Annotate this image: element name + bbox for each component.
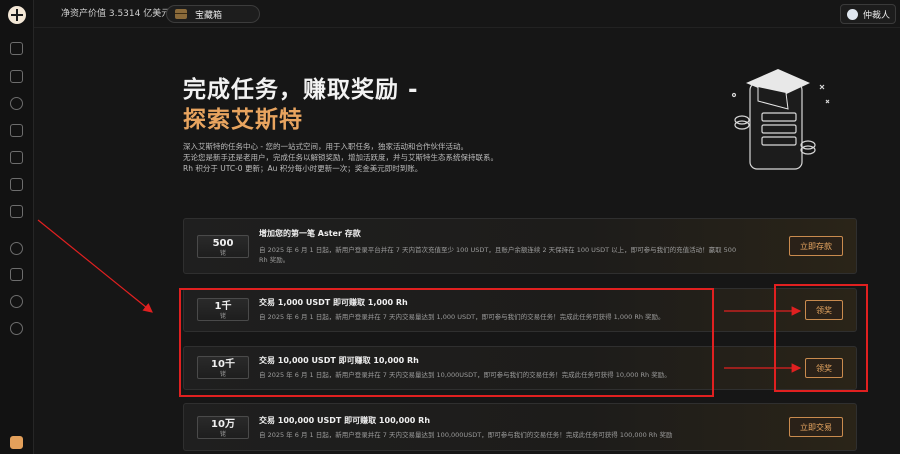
rocket-icon[interactable]	[10, 436, 23, 449]
coin-icon[interactable]	[10, 97, 23, 110]
top-bar: 净资产价值 3.5314 亿美元 宝藏箱 仲裁人	[34, 0, 900, 28]
task-card-deposit: 500 铑 增加您的第一笔 Aster 存款 自 2025 年 6 月 1 日起…	[183, 218, 857, 274]
task-card-trade-100k: 10万 铑 交易 100,000 USDT 即可赚取 100,000 Rh 自 …	[183, 403, 857, 451]
reward-badge: 10万 铑	[197, 416, 249, 439]
chat-icon[interactable]	[10, 242, 23, 255]
task-description: 自 2025 年 6 月 1 日起，新用户登录并在 7 天内交易量达到 100,…	[259, 431, 673, 439]
sidebar	[0, 0, 34, 454]
building-icon[interactable]	[10, 124, 23, 137]
page-subtitle: 探索艾斯特	[183, 107, 303, 133]
sparkle-icon[interactable]	[10, 295, 23, 308]
chest-label: 宝藏箱	[195, 10, 223, 21]
document-icon[interactable]	[10, 42, 23, 55]
trade-now-button[interactable]: 立即交易	[789, 417, 843, 437]
badge-unit: 铑	[219, 431, 226, 438]
avatar	[847, 8, 858, 20]
gift-icon[interactable]	[10, 205, 23, 218]
task-description-line-2: Rh 奖励。	[259, 256, 290, 264]
user-name: 仲裁人	[863, 10, 891, 21]
page-title: 完成任务，赚取奖励 -	[183, 77, 419, 103]
chest-icon	[175, 9, 187, 19]
hero-description-line-2: 无论您是新手还是老用户，完成任务以解锁奖励，增加活跃度，并与艾斯特生态系统保持联…	[183, 153, 498, 162]
logo-icon[interactable]	[8, 6, 26, 24]
user-menu-button[interactable]: 仲裁人	[840, 4, 896, 24]
deposit-now-button[interactable]: 立即存款	[789, 236, 843, 256]
task-description: 自 2025 年 6 月 1 日起，新用户登录平台并在 7 天内首次充值至少 1…	[259, 246, 737, 254]
task-title: 交易 100,000 USDT 即可赚取 100,000 Rh	[259, 416, 431, 425]
net-value: 净资产价值 3.5314 亿美元	[61, 9, 171, 19]
badge-amount: 10万	[211, 419, 235, 430]
chart-icon[interactable]	[10, 151, 23, 164]
hero-description-line-1: 深入艾斯特的任务中心 - 您的一站式空间，用于入职任务，独家活动和合作伙伴活动。	[183, 142, 468, 151]
trend-icon[interactable]	[10, 178, 23, 191]
phone-illustration	[731, 69, 830, 170]
annotation-box-tasks	[179, 288, 714, 397]
flask-icon[interactable]	[10, 70, 23, 83]
globe-icon[interactable]	[10, 322, 23, 335]
annotation-arrow	[37, 219, 153, 313]
hero-description-line-3: Rh 积分于 UTC-0 更新；Au 积分每小时更新一次；奖金美元即时到账。	[183, 164, 423, 173]
annotation-box-buttons	[774, 284, 868, 392]
treasure-chest-button[interactable]: 宝藏箱	[166, 5, 260, 23]
badge-unit: 铑	[219, 250, 226, 257]
task-title: 增加您的第一笔 Aster 存款	[259, 229, 361, 238]
file-icon[interactable]	[10, 268, 23, 281]
badge-amount: 500	[212, 238, 234, 249]
reward-badge: 500 铑	[197, 235, 249, 258]
